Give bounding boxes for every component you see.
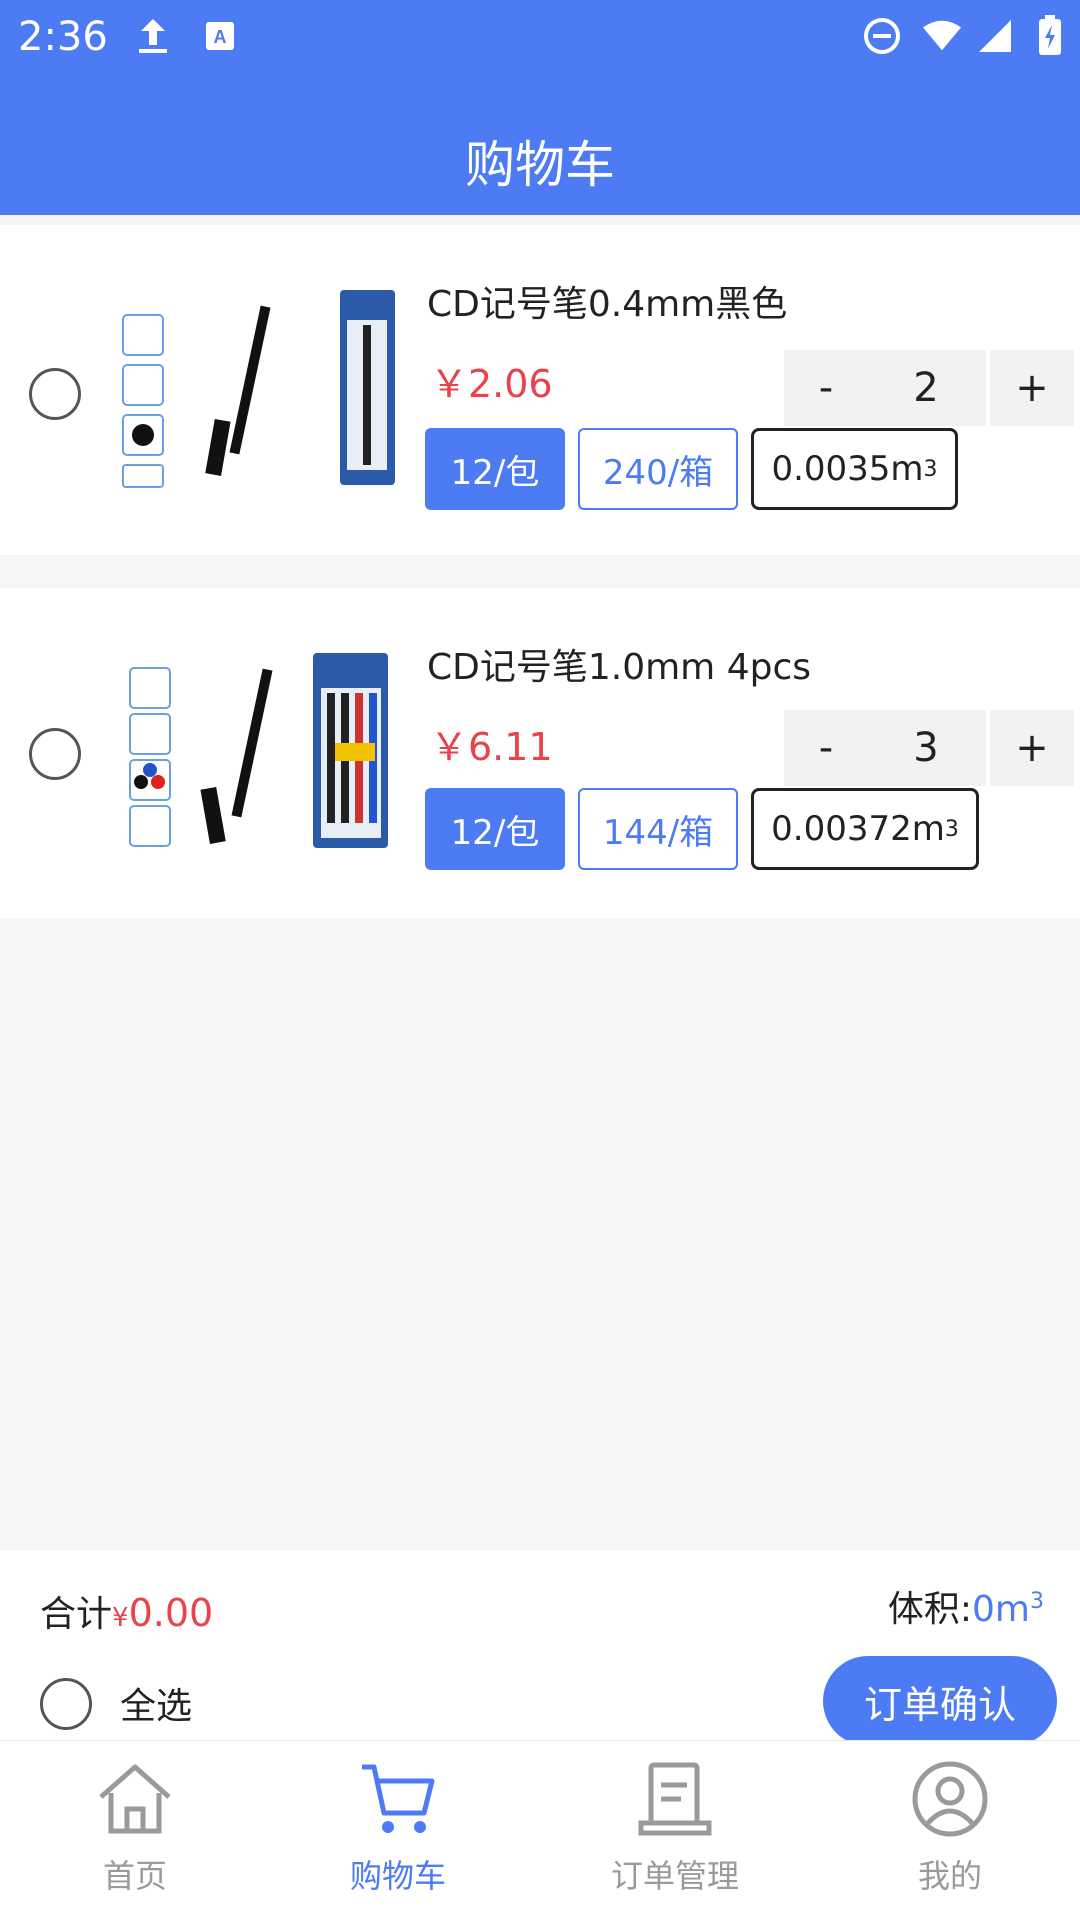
product-image	[129, 653, 388, 848]
box-unit-tag[interactable]: 240/箱	[578, 428, 738, 510]
product-price: ￥2.06	[430, 362, 553, 406]
cart-item: CD记号笔0.4mm黑色 ￥2.06 - 2 + 12/包 240/箱 0.00…	[0, 225, 1080, 555]
product-image	[122, 290, 395, 488]
volume-value: 0.00372m	[771, 809, 945, 849]
battery-icon	[1030, 14, 1070, 58]
tab-orders[interactable]: 订单管理	[540, 1741, 810, 1920]
upload-icon	[133, 14, 173, 58]
volume-total-label: 体积:	[887, 1589, 973, 1630]
pack-unit-tag[interactable]: 12/包	[425, 428, 565, 510]
total-value: 0.00	[128, 1591, 214, 1635]
confirm-order-button[interactable]: 订单确认	[823, 1656, 1057, 1746]
tab-profile[interactable]: 我的	[815, 1741, 1080, 1920]
tab-label: 我的	[917, 1857, 982, 1895]
volume-sup: 3	[923, 456, 938, 482]
app-header: 2:36 A 购物车	[0, 0, 1080, 215]
tab-label: 购物车	[349, 1857, 446, 1895]
keyboard-a-icon: A	[200, 14, 240, 58]
volume-row: 体积:0m3	[888, 1580, 1044, 1632]
quantity-value[interactable]: 3	[866, 710, 986, 786]
total-currency: ¥	[112, 1603, 129, 1633]
volume-tag: 0.00372m 3	[751, 788, 979, 870]
item-select-radio[interactable]	[29, 728, 81, 780]
total-label: 合计	[40, 1594, 113, 1635]
tab-home[interactable]: 首页	[0, 1741, 270, 1920]
tab-label: 订单管理	[610, 1857, 739, 1895]
quantity-minus-button[interactable]: -	[784, 350, 868, 426]
select-all-radio[interactable]	[40, 1678, 92, 1730]
product-price: ￥6.11	[430, 725, 553, 769]
signal-icon	[975, 14, 1015, 58]
item-select-radio[interactable]	[29, 368, 81, 420]
volume-value: 0.0035m	[771, 449, 924, 489]
quantity-value[interactable]: 2	[866, 350, 986, 426]
wifi-icon	[922, 14, 962, 58]
svg-text:A: A	[214, 27, 227, 47]
home-icon	[99, 1764, 171, 1834]
product-name: CD记号笔1.0mm 4pcs	[427, 647, 811, 688]
quantity-plus-button[interactable]: +	[990, 350, 1074, 426]
user-icon	[912, 1761, 988, 1837]
pack-unit-tag[interactable]: 12/包	[425, 788, 565, 870]
do-not-disturb-icon	[862, 14, 902, 58]
cart-summary: 合计¥0.00 体积:0m3 全选 订单确认	[0, 1550, 1080, 1746]
order-icon	[638, 1762, 712, 1836]
total-row: 合计¥0.00	[40, 1585, 213, 1637]
volume-tag: 0.0035m 3	[751, 428, 958, 510]
volume-sup: 3	[944, 816, 959, 842]
box-unit-tag[interactable]: 144/箱	[578, 788, 738, 870]
volume-total-sup: 3	[1030, 1589, 1044, 1614]
product-name: CD记号笔0.4mm黑色	[427, 284, 788, 325]
tab-cart[interactable]: 购物车	[263, 1741, 533, 1920]
page-title: 购物车	[465, 136, 615, 194]
select-all-label[interactable]: 全选	[120, 1677, 192, 1729]
status-time: 2:36	[18, 14, 108, 60]
cart-item: CD记号笔1.0mm 4pcs ￥6.11 - 3 + 12/包 144/箱 0…	[0, 588, 1080, 918]
volume-total-value: 0m	[972, 1589, 1030, 1630]
tab-label: 首页	[102, 1857, 167, 1895]
quantity-minus-button[interactable]: -	[784, 710, 868, 786]
quantity-plus-button[interactable]: +	[990, 710, 1074, 786]
bottom-tab-bar: 首页 购物车 订单管理 我的	[0, 1740, 1080, 1920]
cart-icon	[362, 1764, 435, 1833]
